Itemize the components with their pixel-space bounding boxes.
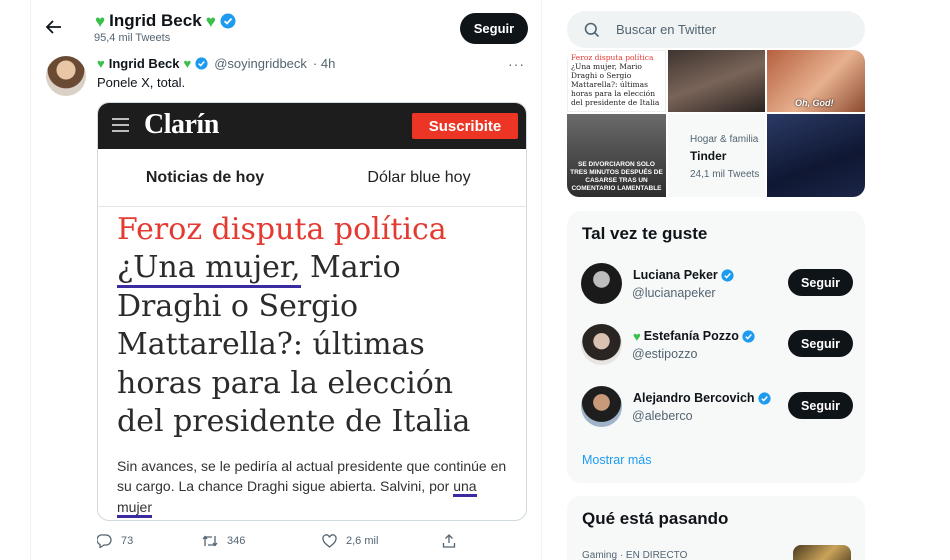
green-heart-icon: ♥: [95, 11, 106, 31]
media-thumb-kicker: Feroz disputa política: [571, 53, 654, 62]
topic-category: Hogar & familia: [690, 134, 759, 145]
tweet-author-name[interactable]: Ingrid Beck: [109, 56, 180, 71]
like-count: 2,6 mil: [346, 535, 379, 547]
profile-name-text: Ingrid Beck: [109, 11, 202, 30]
media-thumb[interactable]: [668, 50, 765, 112]
suggested-user-name: ♥ Estefanía Pozzo: [633, 329, 755, 343]
reply-icon: [97, 534, 112, 548]
article-summary-text: Sin avances, se le pediría al actual pre…: [117, 457, 507, 495]
article-title: ¿Una mujer, Mario Draghi o Sergio Mattar…: [117, 249, 508, 442]
follow-button[interactable]: Seguir: [460, 13, 528, 44]
tab-dolar: Dólar blue hoy: [367, 168, 471, 186]
clarin-header: Clarín Suscribite: [98, 103, 526, 149]
hamburger-menu-icon: [112, 118, 129, 136]
follow-button[interactable]: Seguir: [788, 330, 853, 357]
search-bar[interactable]: [567, 11, 865, 48]
retweet-button[interactable]: 346: [202, 532, 322, 550]
avatar[interactable]: [581, 263, 622, 304]
verified-badge-icon: [757, 391, 771, 405]
share-button[interactable]: [442, 532, 456, 550]
profile-header: ♥ Ingrid Beck ♥ 95,4 mil Tweets Seguir: [31, 0, 543, 48]
follow-button[interactable]: Seguir: [788, 392, 853, 419]
topic-title: Tinder: [690, 149, 727, 163]
media-thumb-caption: Oh, God!: [795, 98, 834, 108]
media-thumb-text: Feroz disputa política ¿Una mujer, Mario …: [568, 51, 665, 109]
tweet-author-line: ♥ Ingrid Beck ♥ @soyingridbeck · 4h: [97, 56, 335, 71]
suggested-user[interactable]: Alejandro Bercovich @aleberco Seguir: [581, 386, 853, 428]
avatar[interactable]: [581, 324, 622, 365]
avatar[interactable]: [46, 56, 86, 96]
verified-badge-icon: [195, 57, 208, 70]
whats-happening-title: Qué está pasando: [582, 509, 729, 528]
clarin-tabs: Noticias de hoy Dólar blue hoy: [98, 149, 526, 207]
green-heart-icon: ♥: [205, 11, 216, 31]
heart-outline-icon: [322, 534, 337, 548]
tweet-handle[interactable]: @soyingridbeck: [214, 56, 307, 71]
topic-count: 24,1 mil Tweets: [690, 169, 760, 180]
suggested-user[interactable]: ♥ Estefanía Pozzo @estipozzo Seguir: [581, 324, 853, 366]
media-thumb[interactable]: Feroz disputa política ¿Una mujer, Mario …: [567, 50, 666, 112]
green-heart-icon: ♥: [633, 328, 641, 344]
verified-badge-icon: [742, 329, 755, 343]
retweet-count: 346: [227, 535, 246, 547]
search-icon: [584, 22, 600, 37]
verified-badge-icon: [721, 268, 734, 282]
media-grid: Feroz disputa política ¿Una mujer, Mario …: [567, 50, 865, 197]
verified-badge-icon: [220, 13, 236, 29]
media-thumb-body: ¿Una mujer, Mario Draghi o Sergio Mattar…: [571, 62, 660, 107]
profile-name: ♥ Ingrid Beck ♥: [95, 11, 236, 31]
tweet-text: Ponele X, total.: [97, 75, 186, 90]
suggested-user-name-text: Alejandro Bercovich: [633, 391, 755, 405]
tab-noticias: Noticias de hoy: [145, 168, 265, 186]
show-more-link[interactable]: Mostrar más: [582, 453, 651, 467]
suggested-user-name-text: Estefanía Pozzo: [643, 329, 739, 343]
tweet-media-image[interactable]: Clarín Suscribite Noticias de hoy Dólar …: [97, 102, 527, 521]
media-thumb[interactable]: Oh, God!: [767, 50, 865, 112]
green-heart-icon: ♥: [97, 56, 105, 71]
article-kicker: Feroz disputa política: [117, 212, 447, 247]
suggested-user-name: Luciana Peker: [633, 268, 734, 282]
media-thumb[interactable]: [767, 114, 865, 197]
suggested-user-name: Alejandro Bercovich: [633, 391, 771, 405]
clarin-logo: Clarín: [144, 109, 219, 140]
like-button[interactable]: 2,6 mil: [322, 532, 442, 550]
suggested-user-handle: @aleberco: [632, 409, 693, 423]
suggested-user-handle: @lucianapeker: [632, 286, 716, 300]
trend-thumbnail[interactable]: [793, 545, 851, 560]
more-options-icon[interactable]: ···: [508, 56, 525, 72]
retweet-icon: [202, 535, 218, 547]
share-icon: [442, 534, 456, 548]
who-to-follow-panel: Tal vez te guste Luciana Peker @lucianap…: [567, 211, 865, 483]
who-to-follow-title: Tal vez te guste: [582, 224, 708, 243]
main-column: ♥ Ingrid Beck ♥ 95,4 mil Tweets Seguir ♥…: [30, 0, 542, 560]
article-summary: Sin avances, se le pediría al actual pre…: [117, 456, 508, 518]
trend-meta[interactable]: Gaming · EN DIRECTO: [582, 550, 687, 560]
whats-happening-panel: Qué está pasando Gaming · EN DIRECTO: [567, 496, 865, 560]
suggested-user-name-text: Luciana Peker: [633, 268, 718, 282]
media-thumb[interactable]: Se divorciaron solo tres minutos después…: [567, 114, 666, 197]
follow-button[interactable]: Seguir: [788, 269, 853, 296]
topic-card[interactable]: Hogar & familia Tinder 24,1 mil Tweets: [668, 114, 765, 197]
avatar[interactable]: [581, 386, 622, 427]
reply-count: 73: [121, 535, 134, 547]
tweet-time[interactable]: · 4h: [313, 56, 335, 71]
suggested-user-handle: @estipozzo: [632, 347, 698, 361]
search-input[interactable]: [616, 22, 846, 37]
article-preview: Feroz disputa política ¿Una mujer, Mario…: [98, 207, 526, 518]
tweet-count: 95,4 mil Tweets: [94, 32, 171, 44]
twitter-page: ♥ Ingrid Beck ♥ 95,4 mil Tweets Seguir ♥…: [0, 0, 950, 560]
green-heart-icon: ♥: [183, 56, 192, 71]
back-button[interactable]: [43, 16, 65, 38]
arrow-left-icon: [46, 20, 61, 34]
suggested-user[interactable]: Luciana Peker @lucianapeker Seguir: [581, 263, 853, 305]
article-title-underlined: ¿Una mujer,: [117, 250, 301, 288]
subscribe-button: Suscribite: [412, 113, 518, 139]
reply-button[interactable]: 73: [97, 532, 202, 550]
tweet-actions: 73 346 2,6 mil: [97, 532, 477, 550]
media-thumb-caption: Se divorciaron solo tres minutos después…: [570, 161, 663, 192]
